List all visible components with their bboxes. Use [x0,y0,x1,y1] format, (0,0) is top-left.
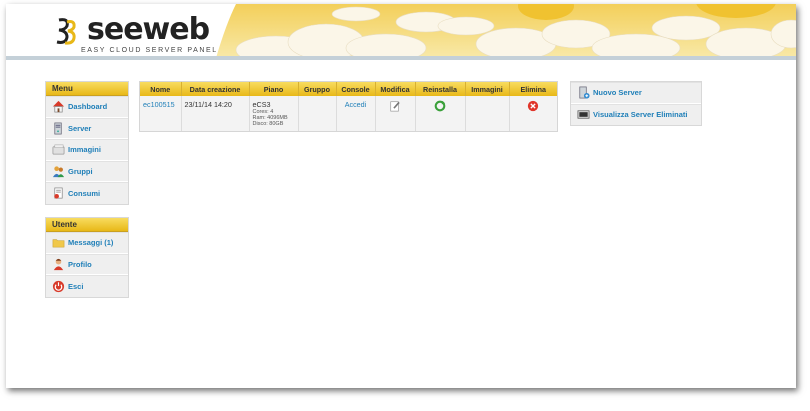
user-item-esci[interactable]: Esci [46,275,128,297]
console-access-link[interactable]: Accedi [345,100,367,109]
deleted-servers-icon [577,110,590,119]
table-row: ec100515 23/11/14 14:20 eCS3 Cores: 4 Ra… [140,96,557,131]
menu-item-label: Gruppi [68,166,93,176]
groups-icon [52,166,65,177]
menu-item-immagini[interactable]: Immagini [46,139,128,161]
home-icon [52,101,65,113]
column-header-piano[interactable]: Piano [249,82,299,96]
table-header-row: Nome Data creazione Piano Gruppo Console… [140,82,557,96]
column-header-immagini[interactable]: Immagini [465,82,510,96]
user-item-label: Profilo [68,259,92,269]
column-header-modifica[interactable]: Modifica [375,82,416,96]
menu-panel: Menu Dashboard Server Immagini Gruppi Co… [45,81,129,205]
logo[interactable]: seeweb EASY CLOUD SERVER PANEL [51,12,216,56]
brand-name: seeweb [87,12,210,47]
new-server-icon [579,86,590,99]
brand-tagline: EASY CLOUD SERVER PANEL [81,47,218,54]
plan-name: eCS3 [252,100,271,109]
server-images-cell [465,96,510,131]
menu-item-gruppi[interactable]: Gruppi [46,160,128,182]
server-actions-panel: Nuovo Server Visualizza Server Eliminati [570,81,702,126]
user-panel: Utente Messaggi (1) Profilo Esci [45,217,129,298]
column-header-nome[interactable]: Nome [140,82,182,96]
column-header-console[interactable]: Console [336,82,376,96]
menu-title: Menu [46,82,128,96]
profile-icon [53,258,64,270]
view-deleted-servers-button[interactable]: Visualizza Server Eliminati [571,103,701,125]
column-header-gruppo[interactable]: Gruppo [298,82,337,96]
server-group-cell [298,96,337,131]
column-header-elimina[interactable]: Elimina [509,82,557,96]
server-created-cell: 23/11/14 14:20 [181,96,250,131]
new-server-button[interactable]: Nuovo Server [571,82,701,104]
power-icon [52,280,65,292]
delete-icon[interactable] [527,100,539,112]
menu-item-label: Immagini [68,145,101,155]
user-item-messaggi[interactable]: Messaggi (1) [46,232,128,254]
seeweb-logo-mark-icon [56,18,76,45]
header-clouds-illustration [216,4,796,58]
menu-item-label: Consumi [68,188,101,198]
column-header-reinstalla[interactable]: Reinstalla [415,82,466,96]
user-title: Utente [46,218,128,232]
plan-disk: Disco: 80GB [252,121,284,127]
consumption-icon [54,187,63,199]
server-name-link[interactable]: ec100515 [143,100,175,109]
app-window: seeweb EASY CLOUD SERVER PANEL Menu Dash… [6,4,796,388]
user-item-profilo[interactable]: Profilo [46,253,128,275]
server-table: Nome Data creazione Piano Gruppo Console… [139,81,558,132]
menu-item-server[interactable]: Server [46,117,128,139]
column-header-data-creazione[interactable]: Data creazione [181,82,250,96]
folder-icon [52,239,65,248]
menu-item-label: Server [68,123,92,133]
reinstall-icon[interactable] [434,100,446,112]
new-server-label: Nuovo Server [593,88,642,98]
edit-icon[interactable] [389,100,401,112]
menu-item-label: Dashboard [68,102,108,112]
menu-item-consumi[interactable]: Consumi [46,182,128,204]
header-band [6,56,796,60]
menu-item-dashboard[interactable]: Dashboard [46,96,128,118]
images-icon [52,144,65,155]
user-item-label: Messaggi (1) [68,238,114,248]
user-item-label: Esci [68,281,84,291]
server-plan-cell: eCS3 Cores: 4 Ram: 4096MB Disco: 80GB [249,96,299,131]
header: seeweb EASY CLOUD SERVER PANEL [6,4,796,60]
server-icon [54,122,62,135]
view-deleted-servers-label: Visualizza Server Eliminati [593,110,688,120]
